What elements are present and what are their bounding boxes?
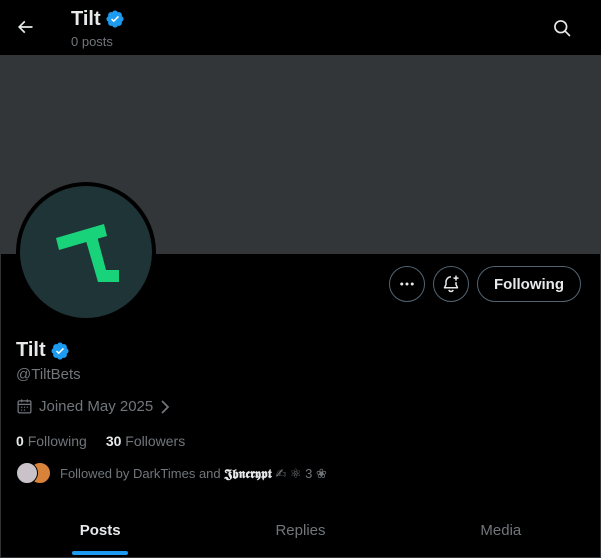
top-bar: Tilt 0 posts bbox=[0, 0, 601, 55]
followed-by-text: Followed by DarkTimes and 𝕵𝖇𝖓𝖈𝖗𝖞𝖕𝖙 ✍ ⚛ 3… bbox=[60, 466, 327, 482]
avatar bbox=[16, 462, 38, 484]
follow-stats: 0 Following 30 Followers bbox=[16, 433, 185, 449]
follower-avatars bbox=[16, 462, 52, 486]
header-title: Tilt bbox=[71, 7, 125, 31]
back-button[interactable] bbox=[10, 12, 40, 42]
followed-by-name: 𝕵𝖇𝖓𝖈𝖗𝖞𝖕𝖙 bbox=[224, 467, 272, 482]
tab-label: Replies bbox=[275, 522, 326, 539]
profile-handle: @TiltBets bbox=[16, 366, 81, 383]
followed-by-emojis: ✍ ⚛ 3 ❀ bbox=[275, 466, 327, 481]
followers-stat[interactable]: 30 Followers bbox=[106, 433, 185, 449]
tab-replies[interactable]: Replies bbox=[200, 503, 400, 558]
verified-badge-icon[interactable] bbox=[50, 341, 70, 361]
followers-label: Followers bbox=[125, 433, 186, 449]
active-tab-indicator bbox=[72, 551, 129, 555]
profile-avatar[interactable] bbox=[16, 182, 156, 322]
verified-badge-icon bbox=[106, 10, 124, 28]
profile-name: Tilt bbox=[16, 339, 46, 361]
joined-label: Joined May 2025 bbox=[39, 398, 154, 415]
notifications-button[interactable] bbox=[433, 266, 469, 302]
header-name: Tilt bbox=[71, 8, 101, 30]
search-button[interactable] bbox=[549, 15, 575, 41]
following-label: Following bbox=[27, 433, 87, 449]
tab-posts[interactable]: Posts bbox=[0, 503, 200, 558]
search-icon bbox=[554, 20, 571, 37]
more-horizontal-icon bbox=[400, 282, 414, 286]
following-stat[interactable]: 0 Following bbox=[16, 433, 87, 449]
more-options-button[interactable] bbox=[389, 266, 425, 302]
tab-media[interactable]: Media bbox=[401, 503, 601, 558]
profile-tabs: Posts Replies Media bbox=[0, 503, 601, 558]
calendar-icon bbox=[17, 399, 32, 414]
bell-plus-icon bbox=[443, 275, 459, 293]
following-count: 0 bbox=[16, 433, 24, 449]
followed-by[interactable]: Followed by DarkTimes and 𝕵𝖇𝖓𝖈𝖗𝖞𝖕𝖙 ✍ ⚛ 3… bbox=[16, 462, 327, 486]
profile-name-row: Tilt bbox=[16, 339, 70, 362]
tab-label: Media bbox=[480, 522, 522, 539]
posts-count: 0 posts bbox=[71, 34, 113, 49]
tilt-logo-icon bbox=[56, 224, 119, 282]
tab-label: Posts bbox=[79, 522, 121, 539]
chevron-right-icon bbox=[161, 399, 170, 414]
avatar-image bbox=[20, 186, 152, 318]
followed-by-prefix: Followed by DarkTimes and bbox=[60, 466, 225, 481]
following-button[interactable]: Following bbox=[477, 266, 581, 302]
arrow-left-icon bbox=[17, 20, 33, 34]
followers-count: 30 bbox=[105, 433, 122, 449]
joined-date[interactable]: Joined May 2025 bbox=[16, 398, 171, 415]
